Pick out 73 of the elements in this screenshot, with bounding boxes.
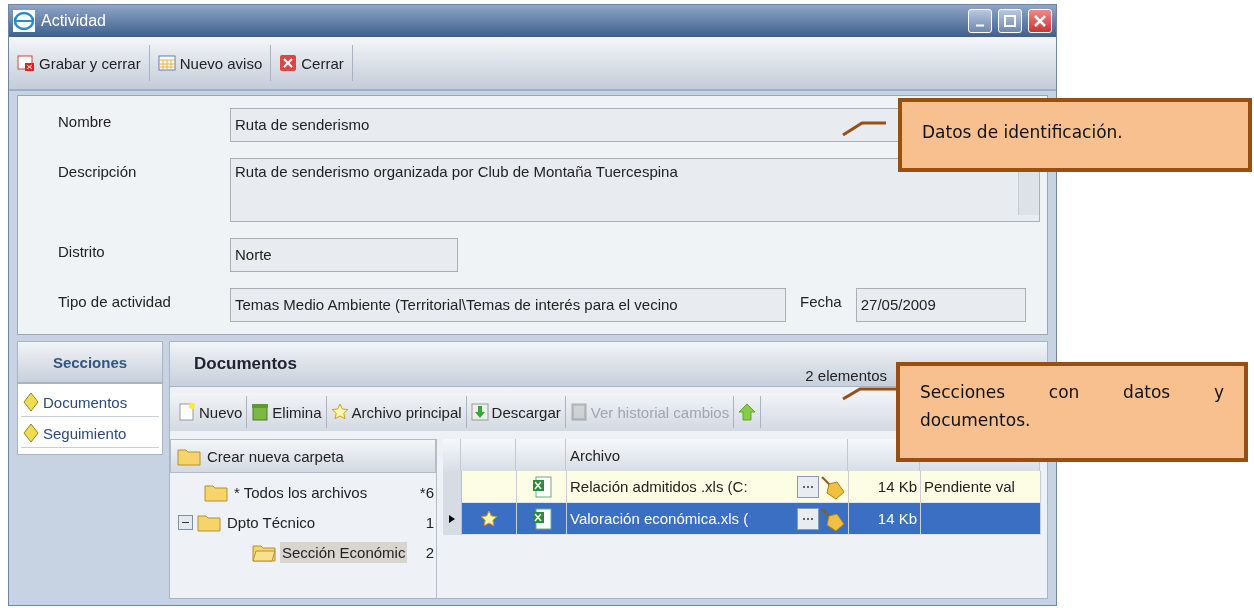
description-field[interactable]: Ruta de senderismo organizada por Club de Montaña Tuercespina — [230, 158, 1040, 222]
size-cell: 14 Kb — [849, 503, 921, 535]
folder-name[interactable]: Sección Económic — [280, 541, 408, 563]
size-cell: 14 Kb — [849, 471, 921, 503]
current-row-icon — [448, 514, 456, 524]
file-name-cell[interactable]: Valoración económica.xls ( — [567, 503, 849, 535]
callout-tooltip: Secciones con datos y documentos. — [896, 362, 1248, 462]
field-label: Nombre — [58, 112, 113, 130]
field-label: Descripción — [58, 162, 138, 180]
field-label: Fecha — [800, 292, 842, 310]
folder-name[interactable]: Dpto Técnico — [225, 511, 318, 533]
callout-tooltip: Datos de identificación. — [898, 98, 1252, 172]
folder-icon — [204, 482, 228, 502]
spreadsheet-icon — [531, 475, 552, 498]
star-icon — [330, 403, 349, 421]
file-count: 2 — [425, 543, 435, 561]
create-folder-button[interactable]: Crear nueva carpeta — [170, 439, 436, 473]
file-count: 1 — [425, 513, 435, 531]
toolbar-button[interactable]: Grabar y cerrar — [9, 45, 150, 81]
comment-cell: Pendiente val — [921, 471, 1041, 503]
section-link[interactable]: Seguimiento — [43, 424, 127, 442]
close-icon — [1034, 15, 1046, 27]
app-logo-icon — [13, 10, 35, 32]
broom-icon — [819, 505, 845, 532]
panel-title: Documentos — [194, 354, 297, 374]
district-field[interactable]: Norte — [230, 238, 458, 272]
folder-icon — [177, 446, 201, 466]
section-link[interactable]: Documentos — [43, 393, 128, 411]
close-icon — [279, 54, 298, 72]
toolbar-button[interactable]: Elimina — [247, 396, 327, 428]
folder-name[interactable]: * Todos los archivos — [232, 481, 370, 503]
spreadsheet-icon — [531, 507, 552, 530]
notebook-icon — [569, 403, 588, 421]
browse-button[interactable] — [797, 507, 819, 530]
folder-icon — [197, 512, 221, 532]
leader-line — [842, 121, 886, 137]
open-folder-icon — [252, 542, 276, 562]
field-label: Distrito — [58, 242, 106, 260]
column-header[interactable]: Archivo — [566, 439, 848, 471]
calendar-icon — [157, 54, 176, 72]
toolbar-button[interactable]: Nuevo aviso — [149, 45, 272, 81]
item-count: 2 elementos — [805, 367, 887, 386]
minimize-icon — [975, 23, 985, 27]
toolbar-button[interactable]: Archivo principal — [326, 396, 467, 428]
file-count: *6 — [419, 483, 435, 501]
collapse-toggle[interactable] — [178, 514, 193, 530]
minimize-button[interactable] — [968, 9, 992, 33]
download-icon — [470, 403, 489, 421]
date-field[interactable]: 27/05/2009 — [855, 288, 1026, 322]
diamond-icon — [23, 423, 39, 443]
file-name-cell[interactable]: Relación admitidos .xls (C: — [567, 471, 849, 503]
maximize-button[interactable] — [998, 9, 1022, 33]
new-document-icon — [178, 403, 196, 421]
toolbar-button[interactable]: Cerrar — [271, 45, 353, 81]
calendar-delete-icon — [17, 54, 35, 72]
star-icon — [480, 509, 498, 528]
diamond-icon — [23, 392, 39, 412]
activity-type-field[interactable]: Temas Medio Ambiente (Territorial\Temas de interés para el vecino — [230, 288, 786, 322]
browse-button[interactable] — [797, 475, 819, 498]
close-button[interactable] — [1028, 9, 1052, 33]
sections-header: Secciones — [17, 341, 163, 383]
up-arrow-icon — [738, 403, 757, 421]
ellipsis-icon — [802, 516, 814, 521]
broom-icon — [819, 473, 845, 500]
leader-line — [842, 387, 898, 401]
bin-icon — [251, 403, 270, 421]
field-label: Tipo de actividad — [58, 292, 172, 310]
row-header[interactable] — [443, 503, 462, 535]
window-title: Actividad — [41, 12, 107, 30]
maximize-icon — [1004, 15, 1016, 27]
ellipsis-icon — [802, 484, 814, 489]
toolbar-button[interactable]: Nuevo — [174, 396, 248, 428]
toolbar-button[interactable]: Descargar — [466, 396, 566, 428]
